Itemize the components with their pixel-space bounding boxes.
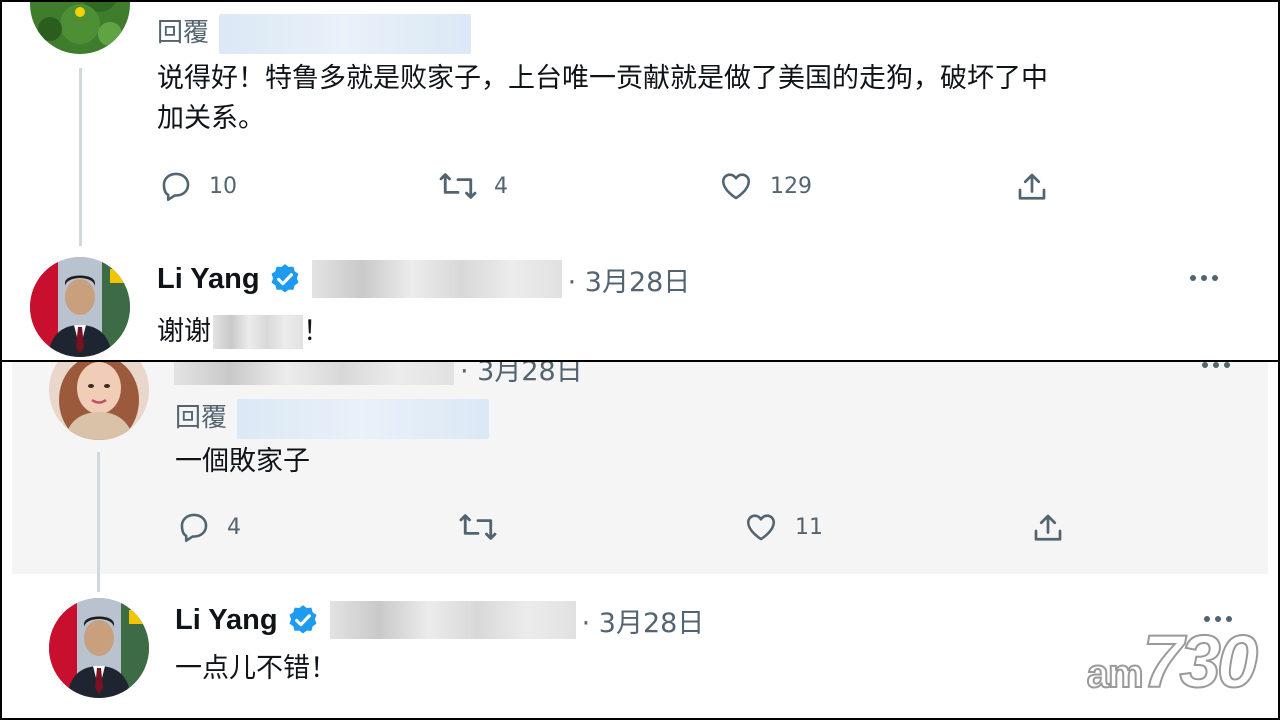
- share-icon: [1018, 173, 1046, 200]
- reply-icon: [180, 513, 208, 543]
- redacted-handle: [311, 260, 562, 298]
- retweet-count: 4: [494, 173, 508, 199]
- more-icon[interactable]: [1202, 362, 1230, 368]
- retweet-icon: [459, 514, 497, 540]
- like-count: 129: [770, 173, 812, 199]
- li-yang-avatar[interactable]: [49, 598, 149, 698]
- reply-label: 回覆: [175, 403, 228, 433]
- author-name[interactable]: Li Yang: [157, 263, 260, 296]
- like-icon: [746, 514, 776, 541]
- reply-icon: [162, 172, 190, 202]
- retweet-button[interactable]: [458, 510, 514, 544]
- bottom-screenshot-panel: · 3月28日 回覆 一個敗家子 4 11 Li Yang · 3月28日 一点…: [0, 362, 1280, 720]
- verified-badge-icon: [289, 605, 317, 634]
- like-icon: [721, 173, 751, 200]
- like-button[interactable]: 129: [718, 169, 812, 203]
- redacted-username: [174, 362, 454, 385]
- watermark-prefix: am: [1086, 651, 1145, 697]
- reply-button[interactable]: 4: [177, 510, 241, 544]
- am730-watermark: am 730: [1086, 619, 1259, 704]
- tweet-text-line: 说得好！特鲁多就是败家子，上台唯一贡献就是做了美国的走狗，破坏了中: [157, 63, 1048, 94]
- share-icon: [1034, 514, 1062, 541]
- tweet-text-start: 谢谢: [157, 316, 211, 347]
- author-row: Li Yang · 3月28日: [157, 259, 690, 299]
- tweet-date[interactable]: · 3月28日: [582, 601, 705, 640]
- more-icon[interactable]: [1190, 275, 1218, 281]
- tweet-text: 谢谢 ！: [157, 312, 330, 352]
- like-count: 11: [795, 514, 823, 540]
- thread-connector-line: [79, 68, 82, 246]
- share-button[interactable]: [1014, 169, 1050, 205]
- redacted-handle: [329, 601, 576, 639]
- tweet-text-line: 加关系。: [157, 103, 265, 134]
- like-button[interactable]: 11: [743, 510, 823, 544]
- tweet-text: 一点儿不错！: [175, 653, 337, 684]
- reply-count: 10: [209, 173, 237, 199]
- retweet-button[interactable]: 4: [438, 169, 508, 203]
- reply-button[interactable]: 10: [159, 169, 237, 203]
- tweet-date[interactable]: · 3月28日: [460, 362, 583, 388]
- tweet-text-end: ！: [303, 316, 330, 347]
- redacted-username: [219, 13, 472, 54]
- author-name[interactable]: Li Yang: [175, 604, 278, 637]
- reply-count: 4: [227, 514, 241, 540]
- reply-label: 回覆: [157, 18, 210, 48]
- thread-connector-line: [97, 452, 100, 592]
- tweet-text: 一個敗家子: [175, 446, 310, 477]
- watermark-number: 730: [1142, 619, 1259, 704]
- redacted-name: [213, 315, 303, 349]
- tweet-text: 说得好！特鲁多就是败家子，上台唯一贡献就是做了美国的走狗，破坏了中 加关系。: [157, 59, 1257, 139]
- reply-to-line: 回覆: [175, 397, 490, 439]
- li-yang-avatar[interactable]: [30, 257, 130, 357]
- reply-to-line: 回覆: [157, 12, 472, 54]
- retweet-icon: [439, 173, 477, 199]
- verified-badge-icon: [271, 264, 299, 293]
- top-screenshot-panel: 回覆 说得好！特鲁多就是败家子，上台唯一贡献就是做了美国的走狗，破坏了中 加关系…: [0, 0, 1280, 362]
- replier-avatar[interactable]: [30, 2, 130, 54]
- author-row: Li Yang · 3月28日: [175, 600, 704, 640]
- redacted-username: [237, 398, 490, 439]
- tweet-date[interactable]: · 3月28日: [568, 260, 691, 299]
- share-button[interactable]: [1030, 510, 1066, 546]
- author-row: · 3月28日: [174, 362, 583, 388]
